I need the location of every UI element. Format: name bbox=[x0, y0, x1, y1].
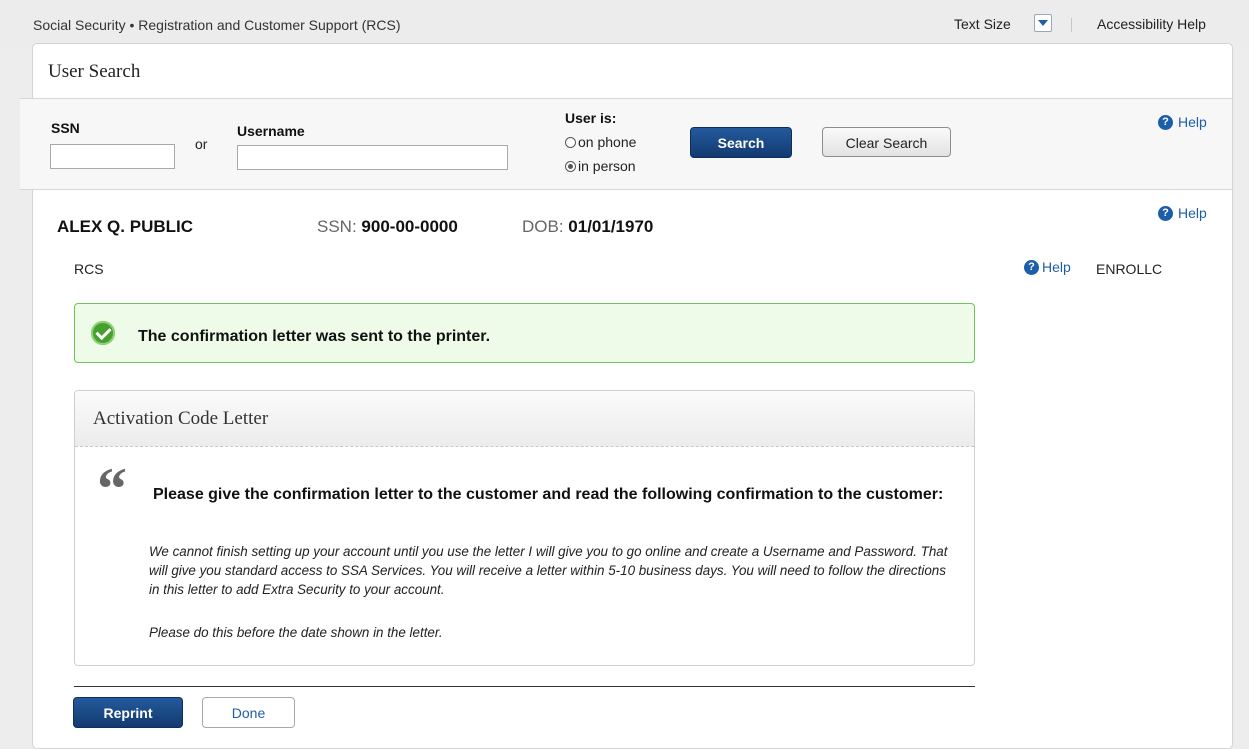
username-label: Username bbox=[237, 123, 305, 139]
alert-message: The confirmation letter was sent to the … bbox=[138, 328, 491, 345]
help-icon: ? bbox=[1158, 205, 1173, 221]
help-label: Help bbox=[1042, 259, 1071, 275]
username-input[interactable] bbox=[237, 145, 508, 170]
divider bbox=[74, 686, 975, 687]
help-label: Help bbox=[1178, 205, 1207, 221]
done-button[interactable]: Done bbox=[202, 697, 295, 728]
chevron-down-icon bbox=[1038, 20, 1048, 26]
rcs-label: RCS bbox=[74, 261, 104, 277]
search-help-link[interactable]: ? Help bbox=[1158, 114, 1207, 130]
dob-key: DOB: bbox=[522, 217, 564, 236]
radio-on-phone[interactable] bbox=[565, 137, 576, 148]
help-icon: ? bbox=[1158, 114, 1173, 130]
confirmation-script: We cannot finish setting up your account… bbox=[149, 544, 948, 597]
customer-name: ALEX Q. PUBLIC bbox=[57, 217, 194, 236]
success-alert: The confirmation letter was sent to the … bbox=[74, 303, 975, 363]
activation-letter-card: Activation Code Letter “ Please give the… bbox=[74, 390, 975, 666]
card-title: Activation Code Letter bbox=[93, 408, 269, 429]
clear-search-button[interactable]: Clear Search bbox=[822, 127, 951, 157]
text-size-label: Text Size bbox=[954, 16, 1011, 32]
ssn-label: SSN bbox=[51, 120, 80, 136]
card-header: Activation Code Letter bbox=[75, 391, 974, 447]
accessibility-help-link[interactable]: Accessibility Help bbox=[1097, 16, 1206, 32]
radio-in-person-label: in person bbox=[578, 158, 636, 174]
customer-ssn: SSN: 900-00-0000 bbox=[317, 217, 458, 237]
top-bar: Social Security • Registration and Custo… bbox=[0, 0, 1249, 48]
search-button[interactable]: Search bbox=[690, 127, 792, 158]
ssn-input[interactable] bbox=[50, 144, 175, 169]
or-label: or bbox=[195, 136, 208, 152]
customer-dob: DOB: 01/01/1970 bbox=[522, 217, 653, 237]
divider bbox=[1071, 18, 1072, 32]
context-help-link[interactable]: ? Help bbox=[1024, 259, 1071, 275]
confirmation-note: Please do this before the date shown in … bbox=[149, 625, 443, 640]
radio-on-phone-label: on phone bbox=[578, 134, 637, 150]
person-help-link[interactable]: ? Help bbox=[1158, 205, 1207, 221]
dob-value: 01/01/1970 bbox=[568, 217, 654, 236]
ssn-key: SSN: bbox=[317, 217, 357, 236]
reprint-button[interactable]: Reprint bbox=[73, 697, 183, 728]
radio-in-person[interactable] bbox=[565, 161, 576, 172]
page-title: User Search bbox=[48, 61, 141, 82]
help-label: Help bbox=[1178, 114, 1207, 130]
check-circle-icon bbox=[91, 321, 115, 345]
quote-icon: “ bbox=[97, 456, 127, 522]
user-is-label: User is: bbox=[565, 110, 617, 126]
help-icon: ? bbox=[1024, 259, 1039, 275]
app-title: Social Security • Registration and Custo… bbox=[33, 17, 401, 33]
ssn-value: 900-00-0000 bbox=[361, 217, 458, 236]
text-size-dropdown-button[interactable] bbox=[1034, 14, 1052, 32]
instruction-text: Please give the confirmation letter to t… bbox=[153, 486, 944, 503]
screen-code: ENROLLC bbox=[1096, 261, 1163, 277]
